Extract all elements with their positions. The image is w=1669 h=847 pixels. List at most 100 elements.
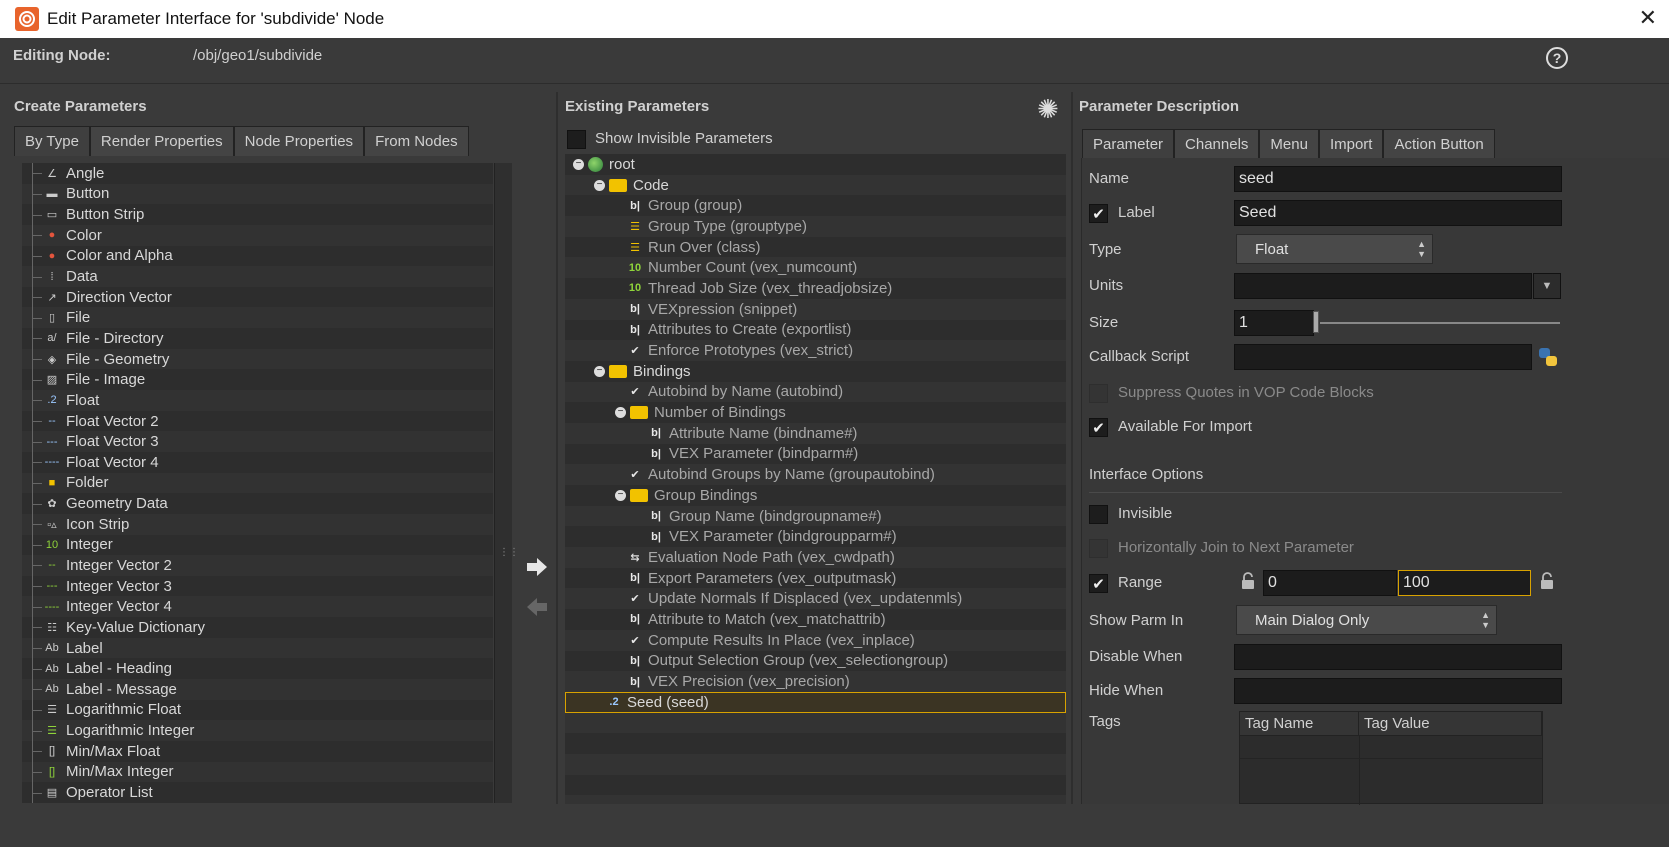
remove-parameter-arrow-button[interactable] xyxy=(524,596,550,618)
tab-render-properties[interactable]: Render Properties xyxy=(89,126,234,156)
tree-row[interactable]: ✔ Autobind Groups by Name (groupautobind) xyxy=(565,464,1066,485)
tree-row[interactable]: 10 Number Count (vex_numcount) xyxy=(565,257,1066,279)
show-parm-in-dropdown[interactable]: Main Dialog Only ▲ ▼ xyxy=(1236,605,1497,635)
list-item[interactable]: [] Min/Max Integer xyxy=(22,761,493,783)
list-item[interactable]: ☷ Key-Value Dictionary xyxy=(22,617,493,638)
tree-row[interactable]: − Group Bindings xyxy=(565,485,1066,506)
list-item[interactable]: ▯ File xyxy=(22,307,493,329)
list-item[interactable]: ☰ Logarithmic Float xyxy=(22,699,493,721)
tab-parameter[interactable]: Parameter xyxy=(1082,129,1175,159)
list-item[interactable]: -- Integer Vector 2 xyxy=(22,555,493,576)
tab-channels[interactable]: Channels xyxy=(1174,129,1260,159)
available-for-import-checkbox[interactable]: ✔ xyxy=(1089,418,1108,437)
close-icon[interactable]: ✕ xyxy=(1639,5,1657,31)
list-item[interactable]: ⁞ Data xyxy=(22,266,493,287)
tree-row[interactable]: ⇆ Evaluation Node Path (vex_cwdpath) xyxy=(565,547,1066,568)
tree-row[interactable]: − Code xyxy=(565,174,1066,196)
tree-row[interactable]: ☰ Run Over (class) xyxy=(565,236,1066,258)
list-item[interactable]: ● Color and Alpha xyxy=(22,245,493,267)
list-item[interactable]: ✿ Geometry Data xyxy=(22,493,493,514)
list-item[interactable]: ◈ File - Geometry xyxy=(22,348,493,370)
list-item[interactable]: a/File - Directory xyxy=(22,328,493,349)
label-field[interactable]: Seed xyxy=(1234,200,1562,226)
tree-row[interactable]: b| Attributes to Create (exportlist) xyxy=(565,319,1066,341)
list-item[interactable]: ∠ Angle xyxy=(22,163,493,184)
list-item[interactable]: Ab Label xyxy=(22,637,493,659)
tab-by-type[interactable]: By Type xyxy=(14,126,90,156)
tab-action-button[interactable]: Action Button xyxy=(1383,129,1495,159)
python-icon[interactable] xyxy=(1537,346,1559,368)
type-list-scrollbar[interactable]: ⋮⋮ xyxy=(494,163,519,803)
units-field[interactable] xyxy=(1234,273,1532,299)
list-item[interactable]: Ab Label - Message xyxy=(22,679,493,700)
add-parameter-arrow-button[interactable] xyxy=(524,556,550,578)
tree-row[interactable]: b| Output Selection Group (vex_selectiong… xyxy=(565,650,1066,672)
tree-row[interactable]: b| VEX Parameter (bindgroupparm#) xyxy=(565,526,1066,548)
tree-row[interactable]: ✔ Compute Results In Place (vex_inplace) xyxy=(565,629,1066,651)
tags-table[interactable]: Tag Name Tag Value xyxy=(1239,711,1543,805)
tree-row[interactable]: b| VEX Precision (vex_precision) xyxy=(565,671,1066,692)
list-item[interactable]: Ab Label - Heading xyxy=(22,658,493,680)
tab-from-nodes[interactable]: From Nodes xyxy=(364,126,469,156)
tree-row[interactable]: b| Group Name (bindgroupname#) xyxy=(565,505,1066,527)
list-item[interactable]: ▤ Operator List xyxy=(22,782,493,803)
list-item[interactable]: .2 Float xyxy=(22,390,493,411)
tree-row[interactable]: .2 Seed (seed) xyxy=(565,691,1066,713)
show-invisible-checkbox[interactable] xyxy=(567,130,586,149)
invisible-checkbox[interactable] xyxy=(1089,505,1108,524)
list-item[interactable]: ▫▵ Icon Strip xyxy=(22,513,493,535)
range-min-lock-icon[interactable] xyxy=(1240,572,1256,590)
join-next-checkbox[interactable] xyxy=(1089,539,1108,558)
tree-row[interactable]: ☰ Group Type (grouptype) xyxy=(565,216,1066,237)
gear-icon[interactable]: ✺ xyxy=(1037,94,1059,125)
collapse-icon[interactable]: − xyxy=(615,489,626,501)
tree-row[interactable]: b| Export Parameters (vex_outputmask) xyxy=(565,567,1066,589)
collapse-icon[interactable]: − xyxy=(594,365,605,377)
list-item[interactable]: [] Min/Max Float xyxy=(22,740,493,762)
list-item[interactable]: --- Float Vector 3 xyxy=(22,431,493,452)
tree-row[interactable]: b| VEX Parameter (bindparm#) xyxy=(565,443,1066,465)
tree-row[interactable]: b| VEXpression (snippet) xyxy=(565,298,1066,320)
chevron-down-icon[interactable]: ▼ xyxy=(1533,273,1561,299)
tab-node-properties[interactable]: Node Properties xyxy=(233,126,365,156)
collapse-icon[interactable]: − xyxy=(594,179,605,191)
size-slider-handle[interactable] xyxy=(1313,311,1319,333)
list-item[interactable]: ▨ File - Image xyxy=(22,369,493,391)
range-max-lock-icon[interactable] xyxy=(1539,572,1555,590)
list-item[interactable]: ☰ Logarithmic Integer xyxy=(22,720,493,741)
list-item[interactable]: --- Integer Vector 3 xyxy=(22,575,493,597)
collapse-icon[interactable]: − xyxy=(615,407,626,419)
tree-row[interactable]: b| Group (group) xyxy=(565,195,1066,217)
hide-when-field[interactable] xyxy=(1234,678,1562,704)
list-item[interactable]: 10 Integer xyxy=(22,534,493,556)
list-item[interactable]: -- Float Vector 2 xyxy=(22,410,493,432)
type-dropdown[interactable]: Float ▲ ▼ xyxy=(1236,234,1433,264)
list-item[interactable]: ↗ Direction Vector xyxy=(22,286,493,308)
suppress-quotes-checkbox[interactable] xyxy=(1089,384,1108,403)
tree-row[interactable]: − root xyxy=(565,154,1066,175)
list-item[interactable]: ---- Float Vector 4 xyxy=(22,451,493,473)
tab-menu[interactable]: Menu xyxy=(1259,129,1319,159)
tag-value-header[interactable]: Tag Value xyxy=(1359,712,1542,735)
collapse-icon[interactable]: − xyxy=(573,158,584,170)
list-item[interactable]: ---- Integer Vector 4 xyxy=(22,596,493,618)
callback-script-field[interactable] xyxy=(1234,344,1532,370)
tree-row[interactable]: 10 Thread Job Size (vex_threadjobsize) xyxy=(565,278,1066,299)
disable-when-field[interactable] xyxy=(1234,644,1562,670)
tab-import[interactable]: Import xyxy=(1318,129,1384,159)
tree-row[interactable]: ✔ Update Normals If Displaced (vex_update… xyxy=(565,588,1066,610)
splitter-grip-icon[interactable]: ⋮⋮ xyxy=(499,547,519,561)
name-field[interactable]: seed xyxy=(1234,166,1562,192)
range-checkbox[interactable]: ✔ xyxy=(1089,574,1108,593)
tree-row[interactable]: − Bindings xyxy=(565,360,1066,382)
tree-row[interactable]: ✔ Autobind by Name (autobind) xyxy=(565,381,1066,403)
tag-name-header[interactable]: Tag Name xyxy=(1240,712,1359,735)
label-checkbox[interactable]: ✔ xyxy=(1089,204,1108,223)
tree-row[interactable]: − Number of Bindings xyxy=(565,402,1066,423)
size-field[interactable]: 1 xyxy=(1234,310,1314,336)
list-item[interactable]: ● Color xyxy=(22,224,493,246)
tree-row[interactable]: ✔ Enforce Prototypes (vex_strict) xyxy=(565,340,1066,361)
range-min-field[interactable]: 0 xyxy=(1263,570,1397,596)
list-item[interactable]: ▬ Button xyxy=(22,183,493,205)
list-item[interactable]: ▭ Button Strip xyxy=(22,204,493,225)
